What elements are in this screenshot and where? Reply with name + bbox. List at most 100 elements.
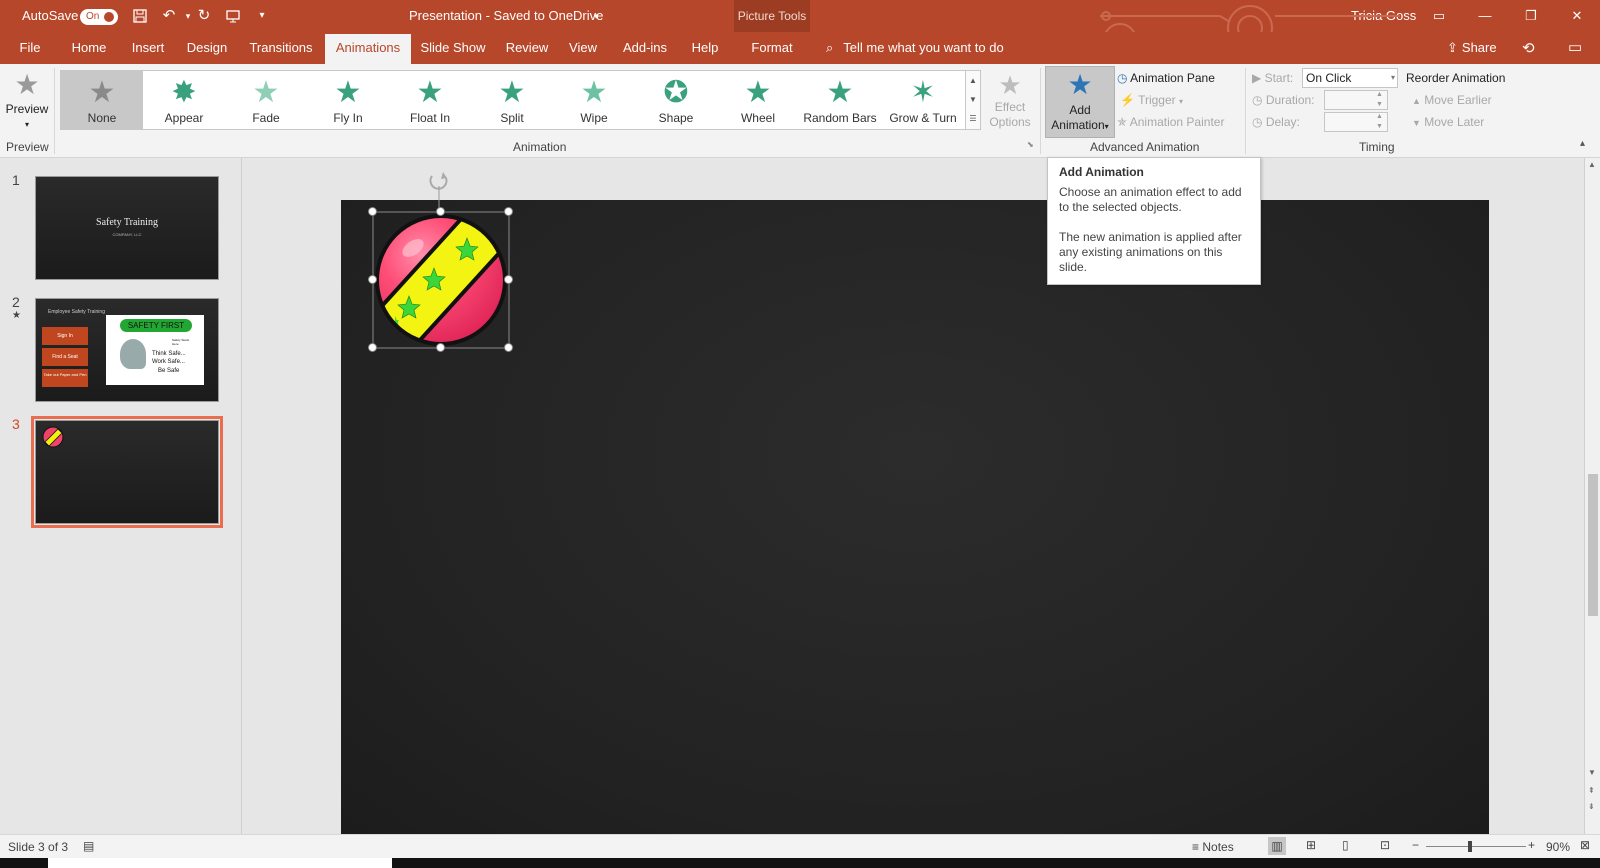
effect-float-in[interactable]: ★ Float In	[389, 71, 471, 129]
normal-view-icon[interactable]: ▥	[1268, 837, 1286, 855]
collapse-ribbon-icon[interactable]: ▴	[1580, 138, 1585, 149]
undo-dropdown-icon[interactable]: ▾	[180, 8, 196, 24]
tab-add-ins[interactable]: Add-ins	[617, 32, 673, 64]
vertical-scrollbar[interactable]: ▲ ▼ ⇞ ⇟	[1584, 158, 1600, 834]
ribbon-tabs: File Home Insert Design Transitions Anim…	[0, 32, 1600, 64]
duration-label: ◷ Duration:	[1252, 90, 1315, 110]
tab-home[interactable]: Home	[63, 32, 115, 64]
tab-file[interactable]: File	[10, 32, 50, 64]
effect-options-line2: Options	[989, 115, 1031, 129]
animation-painter-button[interactable]: ✯ Animation Painter	[1117, 112, 1224, 132]
document-title[interactable]: Presentation - Saved to OneDrive	[409, 0, 603, 32]
redo-icon[interactable]: ↻	[196, 8, 212, 24]
effect-random-bars[interactable]: ★ Random Bars	[799, 71, 881, 129]
dialog-launcher-icon[interactable]: ⬊	[1027, 140, 1034, 149]
effect-none[interactable]: ★ None	[61, 71, 143, 129]
spell-check-icon[interactable]: ▤	[83, 839, 94, 853]
slideshow-view-icon[interactable]: ⊡	[1380, 838, 1390, 852]
add-animation-button[interactable]: ★ Add Animation▾	[1045, 66, 1115, 138]
resize-handle-sw[interactable]	[368, 343, 377, 352]
star-icon: ★	[88, 76, 116, 109]
trigger-button[interactable]: ⚡ Trigger ▾	[1120, 90, 1183, 110]
scroll-down-icon[interactable]: ▼	[966, 90, 980, 109]
effect-appear[interactable]: ✸ Appear	[143, 71, 225, 129]
tab-insert[interactable]: Insert	[123, 32, 173, 64]
version-history-icon[interactable]: ⟲	[1522, 39, 1535, 57]
move-earlier-button[interactable]: ▲ Move Earlier	[1412, 90, 1492, 110]
gallery-more-icon[interactable]: ☰	[966, 109, 980, 128]
thumb2-heading: Employee Safety Training	[48, 309, 105, 315]
move-later-button[interactable]: ▼ Move Later	[1412, 112, 1484, 132]
reading-view-icon[interactable]: ▯	[1342, 838, 1349, 852]
slide-thumbnail-1[interactable]: Safety Training COMPANY, LLC	[35, 176, 219, 280]
notes-button[interactable]: ≡ Notes	[1192, 840, 1234, 854]
duration-spinner-icon[interactable]: ▲ ▼	[1376, 90, 1383, 110]
clock-icon: ◷	[1252, 93, 1263, 107]
tab-format[interactable]: Format	[742, 32, 802, 64]
effect-split[interactable]: ★ Split	[471, 71, 553, 129]
tab-transitions[interactable]: Transitions	[241, 32, 321, 64]
resize-handle-se[interactable]	[504, 343, 513, 352]
tab-design[interactable]: Design	[181, 32, 233, 64]
group-separator	[1040, 68, 1041, 154]
undo-icon[interactable]: ↶	[161, 8, 177, 24]
start-select[interactable]: On Click ▾	[1302, 68, 1398, 88]
tab-help[interactable]: Help	[683, 32, 727, 64]
resize-handle-ne[interactable]	[504, 207, 513, 216]
tell-me-search[interactable]: ⌕ Tell me what you want to do	[826, 32, 1004, 64]
zoom-out-icon[interactable]: −	[1412, 838, 1419, 852]
slide-thumbnail-3[interactable]	[31, 416, 223, 528]
effect-fly-in[interactable]: ★ Fly In	[307, 71, 389, 129]
fit-to-window-icon[interactable]: ⊠	[1580, 838, 1590, 852]
resize-handle-nw[interactable]	[368, 207, 377, 216]
zoom-slider[interactable]	[1426, 841, 1526, 852]
add-animation-tooltip: Add Animation Choose an animation effect…	[1047, 157, 1261, 285]
resize-handle-n[interactable]	[436, 207, 445, 216]
autosave-toggle[interactable]: On	[80, 9, 118, 25]
comments-icon[interactable]: ▭	[1568, 38, 1582, 56]
customize-qat-icon[interactable]: ▾	[254, 8, 270, 24]
effect-fade[interactable]: ★ Fade	[225, 71, 307, 129]
share-button[interactable]: ⇪ Share	[1447, 32, 1497, 64]
tab-view[interactable]: View	[563, 32, 603, 64]
title-dropdown-icon[interactable]: ▾	[594, 0, 599, 32]
scroll-up-icon[interactable]: ▲	[1588, 160, 1596, 169]
effect-wheel[interactable]: ★ Wheel	[717, 71, 799, 129]
tab-slide-show[interactable]: Slide Show	[419, 32, 487, 64]
save-icon[interactable]	[132, 8, 148, 24]
resize-handle-w[interactable]	[368, 275, 377, 284]
zoom-slider-thumb[interactable]	[1468, 841, 1472, 852]
ribbon-display-icon[interactable]: ▭	[1416, 0, 1462, 32]
restore-icon[interactable]: ❐	[1508, 0, 1554, 32]
previous-slide-icon[interactable]: ⇞	[1588, 786, 1595, 795]
slide-canvas[interactable]	[341, 172, 1489, 834]
tab-review[interactable]: Review	[501, 32, 553, 64]
animation-pane-button[interactable]: ◷ Animation Pane	[1117, 68, 1215, 88]
notes-icon: ≡	[1192, 840, 1200, 854]
effect-options-button[interactable]: ★ Effect Options	[987, 70, 1033, 130]
resize-handle-s[interactable]	[436, 343, 445, 352]
slide-thumbnail-2[interactable]: Employee Safety Training Sign In Find a …	[35, 298, 219, 402]
start-slideshow-icon[interactable]	[225, 8, 241, 24]
zoom-in-icon[interactable]: +	[1528, 838, 1535, 852]
slide-sorter-icon[interactable]: ⊞	[1306, 838, 1316, 852]
thumb2-slogan-small: Safety Starts Here	[172, 338, 190, 346]
scroll-down-icon[interactable]: ▼	[1588, 768, 1596, 777]
scroll-thumb[interactable]	[1588, 474, 1598, 616]
zoom-level[interactable]: 90%	[1546, 840, 1570, 854]
minimize-icon[interactable]: —	[1462, 0, 1508, 32]
tab-animations[interactable]: Animations	[325, 34, 411, 64]
preview-button[interactable]: ★ Preview ▾	[2, 68, 52, 132]
animation-group-label: Animation	[513, 140, 567, 154]
effect-shape[interactable]: ✪ Shape	[635, 71, 717, 129]
ball-picture[interactable]	[371, 168, 521, 358]
thumb2-image: SAFETY FIRST Safety Starts Here Think Sa…	[106, 315, 204, 385]
effect-wipe[interactable]: ★ Wipe	[553, 71, 635, 129]
scroll-up-icon[interactable]: ▲	[966, 71, 980, 90]
resize-handle-e[interactable]	[504, 275, 513, 284]
close-icon[interactable]: ✕	[1554, 0, 1600, 32]
delay-spinner-icon[interactable]: ▲ ▼	[1376, 112, 1383, 132]
effect-grow-turn[interactable]: ✶ Grow & Turn	[881, 71, 965, 129]
gallery-scroll[interactable]: ▲ ▼ ☰	[965, 70, 981, 130]
next-slide-icon[interactable]: ⇟	[1588, 802, 1595, 811]
